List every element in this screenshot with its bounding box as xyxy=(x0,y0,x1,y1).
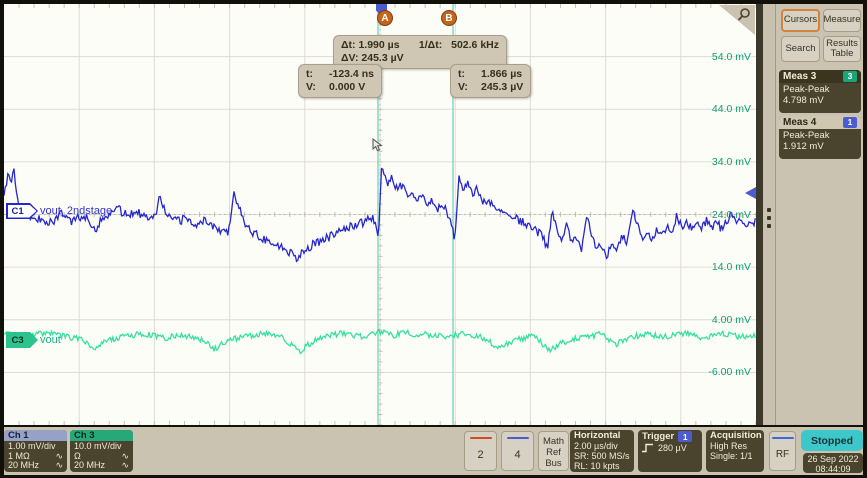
cursor-a-v-label: V: xyxy=(306,81,322,94)
graticule-area[interactable]: 54.0 mV 44.0 mV 34.0 mV 24.0 mV 14.0 mV … xyxy=(4,4,756,425)
cursor-a-t-label: t: xyxy=(306,68,322,81)
ch3-tag-label: C3 xyxy=(8,334,37,347)
math-label: Math xyxy=(543,436,564,447)
ch4-enable-button[interactable]: 4 xyxy=(501,431,534,471)
ch3-bw-icon: ∿ xyxy=(121,461,129,471)
cursor-b-v-label: V: xyxy=(458,81,474,94)
record-length: RL: 10 kpts xyxy=(574,461,630,471)
acquisition-title: Acquisition xyxy=(710,431,760,441)
rf-button-label: RF xyxy=(776,439,789,470)
horizontal-title: Horizontal xyxy=(574,431,630,441)
bus-label: Bus xyxy=(545,458,561,469)
date-text: 26 Sep 2022 xyxy=(803,454,863,464)
time-text: 08:44:09 xyxy=(803,464,863,474)
ref-label: Ref xyxy=(546,447,561,458)
meas3-card[interactable]: Meas 3 3 Peak-Peak 4.798 mV xyxy=(779,70,861,113)
meas4-type: Peak-Peak xyxy=(783,130,857,141)
ch3-bandwidth: 20 MHz xyxy=(74,461,105,471)
math-ref-bus-button[interactable]: Math Ref Bus xyxy=(538,431,569,471)
cursor-a-t-value: -123.4 ns xyxy=(329,68,374,81)
v-axis-label: -6.00 mV xyxy=(708,366,751,378)
acquisition-mode: High Res xyxy=(710,441,760,451)
ch1-tag-label: C1 xyxy=(8,205,37,218)
ch3-badge[interactable]: Ch 3 10.0 mV/div Ω∿ 20 MHz∿ xyxy=(70,430,133,472)
right-control-panel: Cursors Measure Search Results Table Mea… xyxy=(775,4,863,425)
horizontal-scale: 2.00 µs/div xyxy=(574,441,630,451)
ch2-button-label: 2 xyxy=(477,439,483,470)
mouse-pointer xyxy=(372,138,384,152)
v-axis-label: 4.00 mV xyxy=(712,314,751,326)
cursor-b-t-value: 1.866 µs xyxy=(481,68,522,81)
v-axis-label: 54.0 mV xyxy=(712,51,751,63)
v-axis-label: 24.0 mV xyxy=(712,209,751,221)
meas4-value: 1.912 mV xyxy=(783,141,857,152)
meas4-title: Meas 4 xyxy=(783,117,816,128)
v-axis-label: 44.0 mV xyxy=(712,103,751,115)
acquisition-single: Single: 1/1 xyxy=(710,451,760,461)
ch2-enable-button[interactable]: 2 xyxy=(464,431,497,471)
bottom-status-bar: Ch 1 1.00 mV/div 1 MΩ∿ 20 MHz∿ Ch 3 10.0… xyxy=(4,427,863,475)
plot-right-gutter xyxy=(756,4,775,425)
meas3-value: 4.798 mV xyxy=(783,95,857,106)
trigger-level-arrow[interactable] xyxy=(745,187,756,199)
horizontal-panel[interactable]: Horizontal 2.00 µs/div SR: 500 MS/s RL: … xyxy=(570,430,634,472)
ch1-bw-icon: ∿ xyxy=(55,461,63,471)
results-table-button[interactable]: Results Table xyxy=(823,36,861,62)
trigger-panel[interactable]: Trigger 1 280 µV xyxy=(638,430,702,472)
search-button[interactable]: Search xyxy=(781,36,820,62)
cursor-b-t-label: t: xyxy=(458,68,474,81)
v-axis-label: 34.0 mV xyxy=(712,156,751,168)
cursor-a-v-value: 0.000 V xyxy=(329,81,365,94)
trigger-title: Trigger xyxy=(642,432,674,442)
run-state-button[interactable]: Stopped xyxy=(801,430,863,451)
ch4-button-label: 4 xyxy=(514,439,520,470)
inv-delta-t-value: 502.6 kHz xyxy=(451,39,499,51)
ch3-title: Ch 3 xyxy=(70,430,133,441)
meas3-source-chip: 3 xyxy=(843,71,857,82)
ch1-trace-label[interactable]: vout_2ndstage xyxy=(40,205,112,217)
datetime-badge: 26 Sep 2022 08:44:09 xyxy=(803,453,863,473)
ch1-badge[interactable]: Ch 1 1.00 mV/div 1 MΩ∿ 20 MHz∿ xyxy=(4,430,67,472)
oscilloscope-screen: 54.0 mV 44.0 mV 34.0 mV 24.0 mV 14.0 mV … xyxy=(0,0,867,478)
trigger-source-chip: 1 xyxy=(678,431,692,442)
cursor-a-readout[interactable]: t: -123.4 ns V: 0.000 V xyxy=(298,64,382,98)
ch1-bandwidth: 20 MHz xyxy=(8,461,39,471)
magnifier-icon xyxy=(736,7,752,23)
sample-rate: SR: 500 MS/s xyxy=(574,451,630,461)
ch1-title: Ch 1 xyxy=(4,430,67,441)
meas4-card[interactable]: Meas 4 1 Peak-Peak 1.912 mV xyxy=(779,116,861,159)
cursor-a-badge[interactable]: A xyxy=(377,10,393,26)
cursors-button[interactable]: Cursors xyxy=(781,9,820,32)
drag-handle[interactable] xyxy=(767,208,771,212)
meas4-source-chip: 1 xyxy=(843,117,857,128)
v-axis-label: 14.0 mV xyxy=(712,261,751,273)
rising-edge-icon xyxy=(642,443,654,453)
meas3-title: Meas 3 xyxy=(783,71,816,82)
measure-button[interactable]: Measure xyxy=(823,9,861,32)
trigger-level: 280 µV xyxy=(658,443,687,453)
cursor-b-readout[interactable]: t: 1.866 µs V: 245.3 µV xyxy=(450,64,531,98)
cursor-b-badge[interactable]: B xyxy=(441,10,457,26)
ch3-trace-label[interactable]: vout xyxy=(40,334,61,346)
meas3-type: Peak-Peak xyxy=(783,84,857,95)
rf-button[interactable]: RF xyxy=(769,431,796,471)
delta-t-value: Δt: 1.990 µs xyxy=(341,39,400,52)
inv-delta-t-label: 1/Δt: xyxy=(419,39,442,51)
acquisition-panel[interactable]: Acquisition High Res Single: 1/1 xyxy=(706,430,764,472)
cursor-b-v-value: 245.3 µV xyxy=(481,81,523,94)
